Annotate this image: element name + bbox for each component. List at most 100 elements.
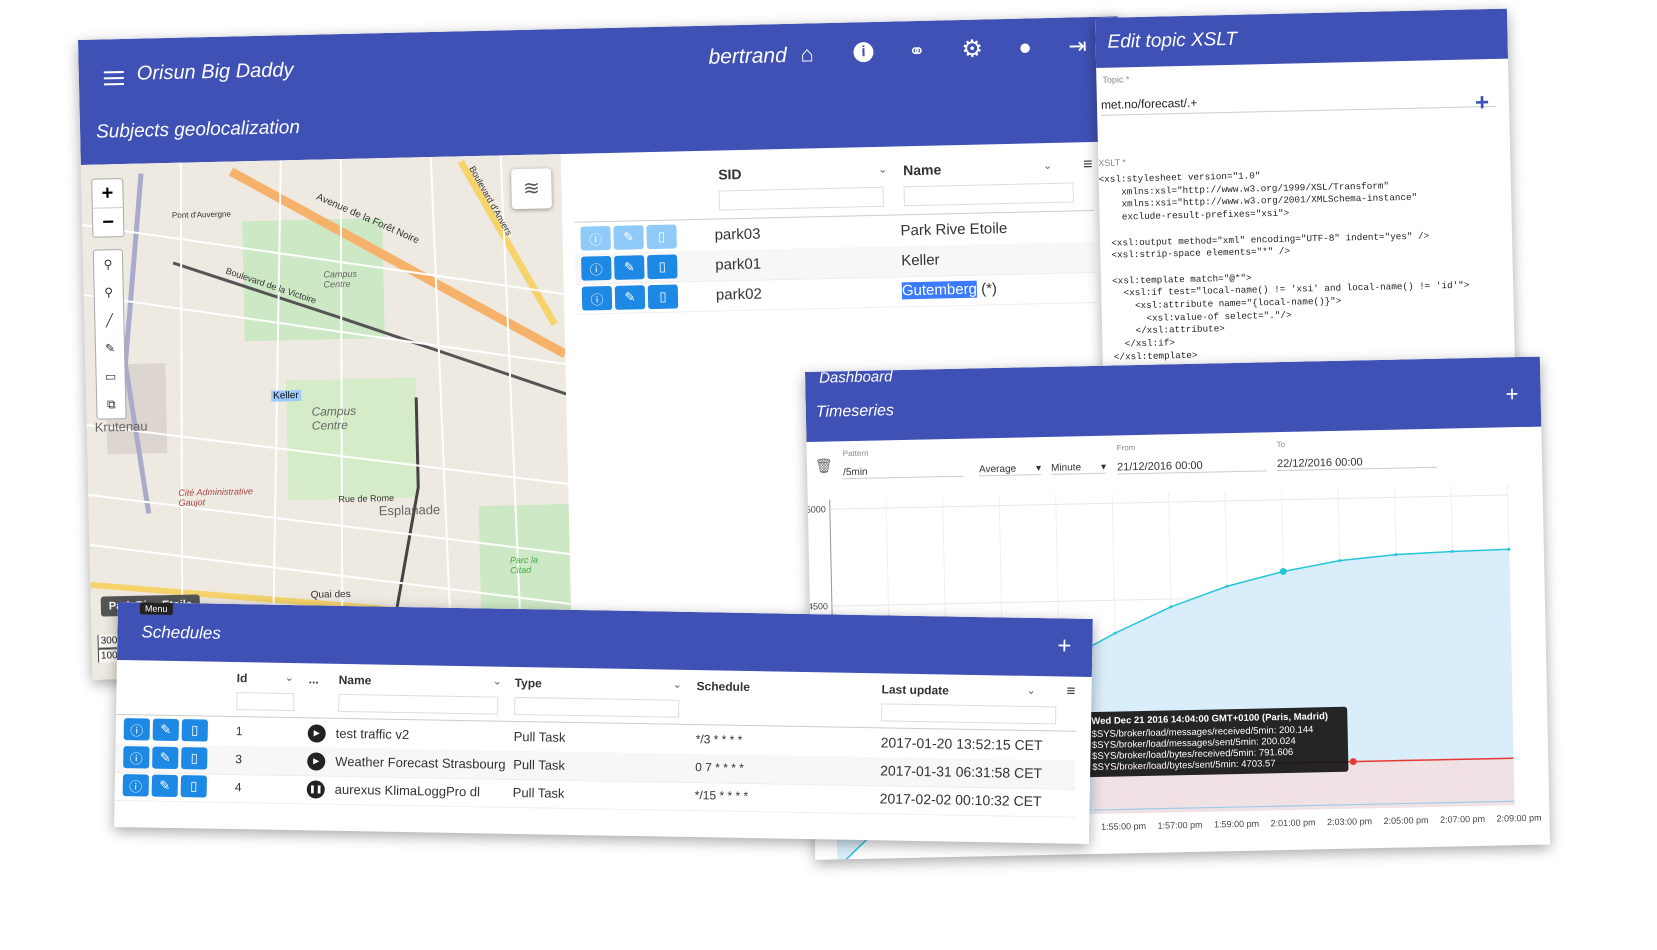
map-label-quarter: Esplanade	[378, 501, 441, 519]
pen-icon[interactable]: ✎	[96, 334, 125, 363]
marker-icon[interactable]: ⚲	[94, 278, 123, 307]
id-filter-input[interactable]	[236, 692, 295, 712]
topic-input[interactable]: met.no/forecast/.+	[1100, 88, 1497, 116]
delete-button[interactable]: ▯	[646, 224, 677, 250]
column-header-sid[interactable]: SID	[718, 166, 742, 183]
name-cell: Gutemberg (*)	[901, 280, 998, 300]
from-input[interactable]: 21/12/2016 00:00	[1116, 458, 1268, 475]
sid-filter-input[interactable]	[718, 186, 884, 211]
interval-select[interactable]: Minute ▾	[1050, 461, 1107, 475]
user-icon[interactable]: ●	[1018, 34, 1032, 60]
x-tick-label: 2:09:00 pm	[1496, 813, 1541, 824]
column-header-name[interactable]: Name	[903, 161, 941, 178]
add-icon[interactable]: +	[1505, 381, 1518, 407]
x-tick-label: 2:01:00 pm	[1270, 817, 1315, 828]
edit-layers-icon[interactable]: ⧉	[97, 390, 126, 419]
x-tick-label: 1:59:00 pm	[1214, 819, 1259, 830]
delete-button[interactable]: ▯	[181, 719, 208, 742]
dashboard-title: Dashboard	[818, 368, 893, 387]
edit-button[interactable]: ✎	[152, 746, 179, 770]
play-icon[interactable]: ▶	[307, 752, 326, 771]
name-filter-input[interactable]	[903, 182, 1074, 207]
info-button[interactable]: ⓘ	[581, 255, 612, 281]
info-button[interactable]: ⓘ	[581, 285, 613, 311]
menu-icon[interactable]	[103, 70, 125, 86]
to-input[interactable]: 22/12/2016 00:00	[1276, 454, 1438, 472]
zoom-in-button[interactable]: +	[92, 179, 123, 209]
edit-button[interactable]: ✎	[613, 225, 644, 250]
delete-button[interactable]: ▯	[647, 254, 678, 280]
edit-button[interactable]: ✎	[614, 255, 645, 280]
home-icon[interactable]: ⌂	[800, 41, 814, 67]
share-icon[interactable]: ⚭	[908, 39, 925, 64]
map-label-quarter: Campus Centre	[311, 403, 357, 433]
edit-button[interactable]: ✎	[151, 774, 178, 798]
column-header-name[interactable]: Name	[339, 673, 372, 688]
map-zoom-control: + −	[91, 178, 125, 238]
last-update-filter-input[interactable]	[881, 703, 1057, 725]
pause-icon[interactable]: ❚❚	[306, 780, 325, 799]
map-label-quarter: Campus Centre	[323, 268, 358, 290]
xslt-code-editor[interactable]: <xsl:stylesheet version="1.0" xmlns:xsl=…	[1099, 165, 1513, 365]
name-filter-input[interactable]	[338, 693, 499, 715]
logout-icon[interactable]: ⇥	[1068, 33, 1087, 59]
info-icon: ⓘ	[589, 261, 604, 277]
pattern-label: Pattern	[842, 448, 869, 459]
sort-icon[interactable]: ⌄	[493, 675, 502, 688]
column-menu-icon[interactable]: ≡	[1083, 156, 1093, 174]
column-header-menu[interactable]: ...	[309, 672, 319, 686]
column-menu-icon[interactable]: ≡	[1066, 683, 1075, 700]
type-cell: Pull Task	[513, 756, 566, 773]
info-button[interactable]: ⓘ	[580, 225, 611, 251]
trash-icon: ▯	[657, 228, 666, 244]
id-cell: 4	[234, 780, 242, 795]
delete-button[interactable]: ▯	[180, 775, 207, 798]
pencil-icon: ✎	[160, 721, 172, 737]
info-button[interactable]: ⓘ	[123, 718, 150, 741]
pattern-input[interactable]: /5min	[843, 464, 964, 480]
info-button[interactable]: ⓘ	[123, 746, 150, 769]
x-tick-label: 2:07:00 pm	[1440, 814, 1485, 825]
column-header-schedule[interactable]: Schedule	[696, 679, 750, 694]
play-icon[interactable]: ▶	[307, 724, 326, 743]
edit-button[interactable]: ✎	[614, 285, 646, 310]
info-icon[interactable]: i	[853, 41, 874, 63]
gear-icon[interactable]: ⚙	[961, 34, 983, 63]
sort-icon[interactable]: ⌄	[1043, 159, 1052, 172]
map-marker-keller[interactable]: Keller	[271, 390, 301, 402]
layers-icon[interactable]: ≋	[511, 168, 552, 210]
x-tick-label: 1:55:00 pm	[1101, 821, 1146, 832]
column-header-id[interactable]: Id	[237, 671, 248, 685]
dashboard-header: Dashboard Timeseries +	[805, 356, 1542, 442]
sort-icon[interactable]: ⌄	[1026, 684, 1035, 697]
zoom-out-button[interactable]: −	[93, 208, 124, 237]
marker-icon[interactable]: ⚲	[94, 250, 123, 279]
column-header-last-update[interactable]: Last update	[881, 682, 949, 697]
edit-button[interactable]: ✎	[152, 718, 179, 742]
aggregate-select[interactable]: Average ▾	[978, 463, 1042, 477]
sort-icon[interactable]: ⌄	[285, 671, 294, 684]
trash-icon: ▯	[190, 750, 199, 766]
schedule-cell: 0 7 * * * *	[695, 760, 745, 775]
last-update-cell: 2017-01-31 06:31:58 CET	[880, 762, 1043, 782]
rectangle-icon[interactable]: ▭	[96, 362, 125, 391]
add-icon[interactable]: +	[1475, 89, 1490, 117]
type-filter-input[interactable]	[514, 696, 680, 718]
sort-icon[interactable]: ⌄	[878, 163, 887, 176]
column-header-type[interactable]: Type	[515, 676, 542, 690]
map[interactable]: Avenue de la Forêt Noire Boulevard de la…	[80, 154, 573, 680]
sort-icon[interactable]: ⌄	[673, 678, 682, 691]
sid-cell: park01	[715, 255, 762, 274]
polyline-icon[interactable]: ╱	[95, 306, 124, 335]
type-cell: Pull Task	[512, 784, 565, 801]
x-tick-label: 1:57:00 pm	[1157, 820, 1202, 831]
y-tick-label: 4500	[808, 601, 828, 611]
info-button[interactable]: ⓘ	[122, 774, 149, 797]
name-cell: aurexus KlimaLoggPro dl	[334, 781, 481, 800]
delete-button[interactable]: ▯	[647, 284, 679, 310]
add-icon[interactable]: +	[1057, 632, 1071, 660]
delete-button[interactable]: ▯	[181, 747, 208, 770]
to-label: To	[1276, 439, 1286, 450]
trash-icon[interactable]: 🗑	[815, 457, 833, 474]
subjects-rows: ⓘ ✎ ▯ park03 Park Rive Etoile ⓘ ✎ ▯ park01 Keller…	[574, 211, 1097, 315]
